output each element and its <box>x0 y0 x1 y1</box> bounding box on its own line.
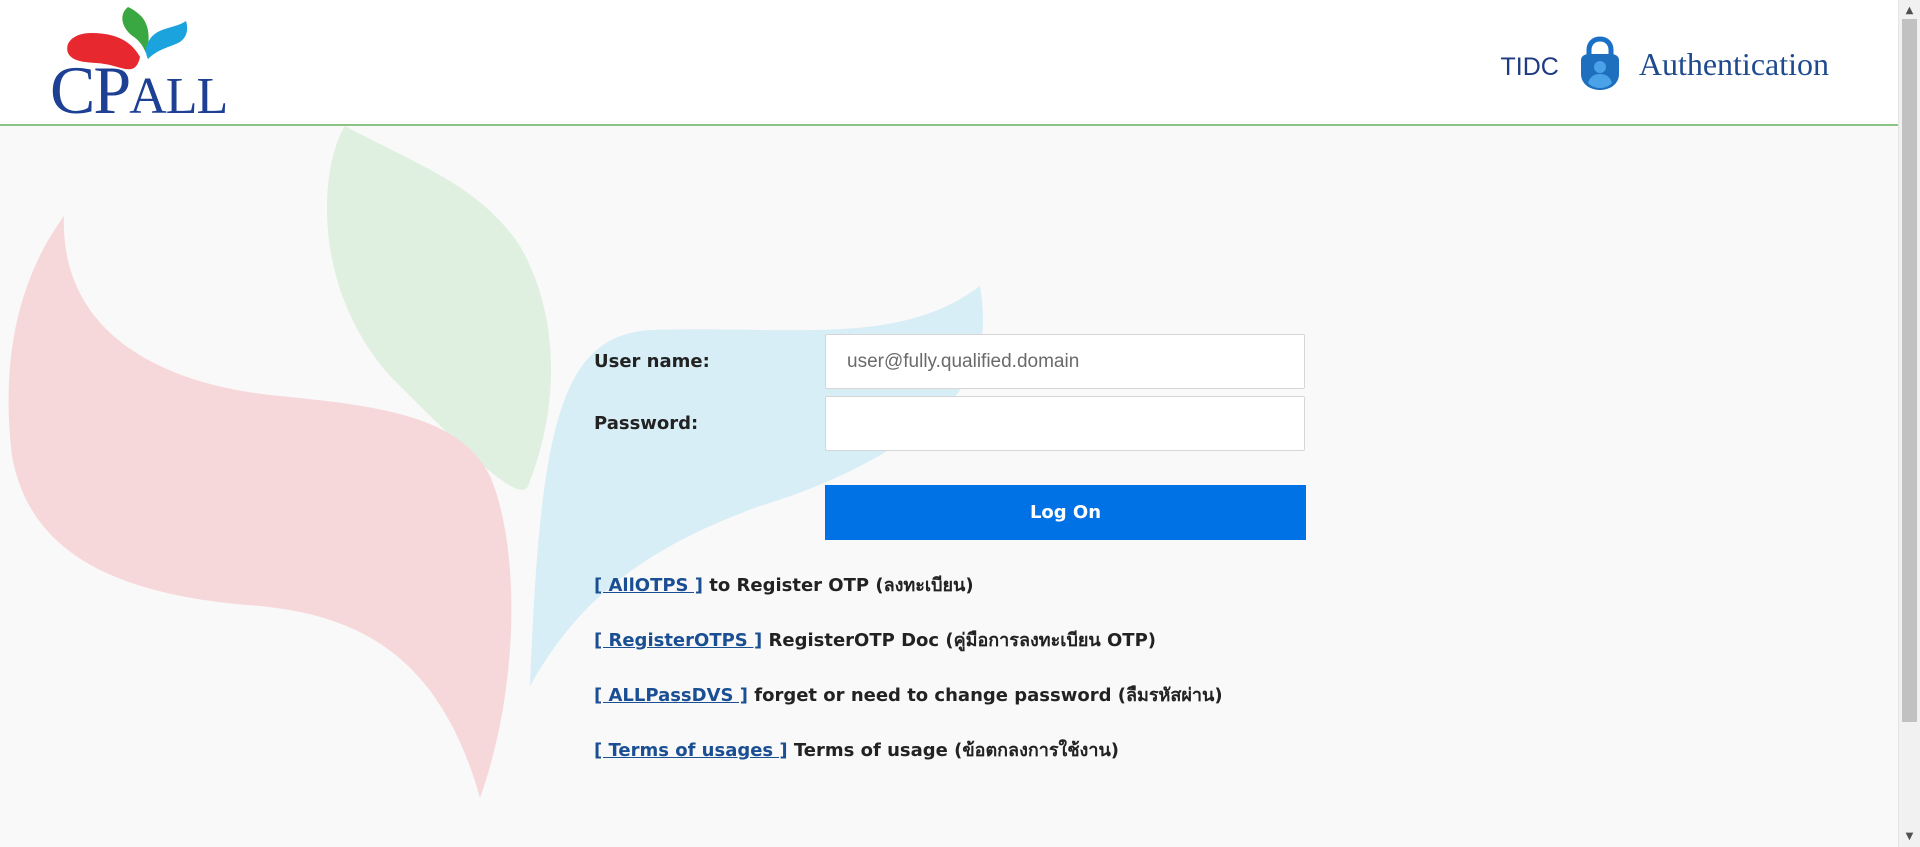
username-row: User name: <box>594 334 1306 389</box>
brand-tidc: TIDC <box>1500 52 1559 81</box>
help-links: [ AllOTPS ] to Register OTP (ลงทะเบียน) … <box>594 570 1394 790</box>
link-line-registerotps: [ RegisterOTPS ] RegisterOTP Doc (คู่มือ… <box>594 625 1394 680</box>
logo-text-all: ALL <box>129 68 228 125</box>
login-form: User name: Password: <box>594 334 1306 451</box>
scroll-up-arrow-icon[interactable]: ▲ <box>1899 2 1920 19</box>
allotps-description: to Register OTP (ลงทะเบียน) <box>709 575 974 596</box>
password-label: Password: <box>594 413 699 434</box>
authenticator-lock-icon <box>1580 36 1619 90</box>
header: CPALL TIDC Authentication <box>0 0 1899 126</box>
link-line-allotps: [ AllOTPS ] to Register OTP (ลงทะเบียน) <box>594 570 1394 625</box>
terms-link[interactable]: [ Terms of usages ] <box>594 740 788 761</box>
log-on-button[interactable]: Log On <box>825 485 1306 540</box>
registerotps-link[interactable]: [ RegisterOTPS ] <box>594 630 762 651</box>
link-line-allpassdvs: [ ALLPassDVS ] forget or need to change … <box>594 680 1394 735</box>
logo-blue-leaf <box>146 21 188 59</box>
lock-shackle <box>1586 36 1614 56</box>
password-input[interactable] <box>825 396 1305 451</box>
brand-title: Authentication <box>1638 45 1829 82</box>
vertical-scrollbar[interactable]: ▲ ▼ <box>1898 0 1920 847</box>
lock-person-head <box>1593 61 1606 73</box>
logo-wordmark: CPALL <box>50 56 228 125</box>
allotps-link[interactable]: [ AllOTPS ] <box>594 575 703 596</box>
link-line-terms: [ Terms of usages ] Terms of usage (ข้อต… <box>594 735 1394 790</box>
password-row: Password: <box>594 396 1306 451</box>
scrollbar-thumb[interactable] <box>1902 19 1917 722</box>
scroll-down-arrow-icon[interactable]: ▼ <box>1899 828 1920 845</box>
terms-description: Terms of usage (ข้อตกลงการใช้งาน) <box>793 740 1119 761</box>
login-page: CPALL TIDC Authentication User name: Pas… <box>0 0 1920 847</box>
logo-text-cp: CP <box>50 52 131 128</box>
username-input[interactable] <box>825 334 1305 389</box>
registerotps-description: RegisterOTP Doc (คู่มือการลงทะเบียน OTP) <box>768 630 1157 651</box>
username-label: User name: <box>594 351 710 372</box>
brand-block: TIDC Authentication <box>1500 36 1829 92</box>
allpassdvs-link[interactable]: [ ALLPassDVS ] <box>594 685 748 706</box>
allpassdvs-description: forget or need to change password (ลืมรห… <box>754 685 1223 706</box>
